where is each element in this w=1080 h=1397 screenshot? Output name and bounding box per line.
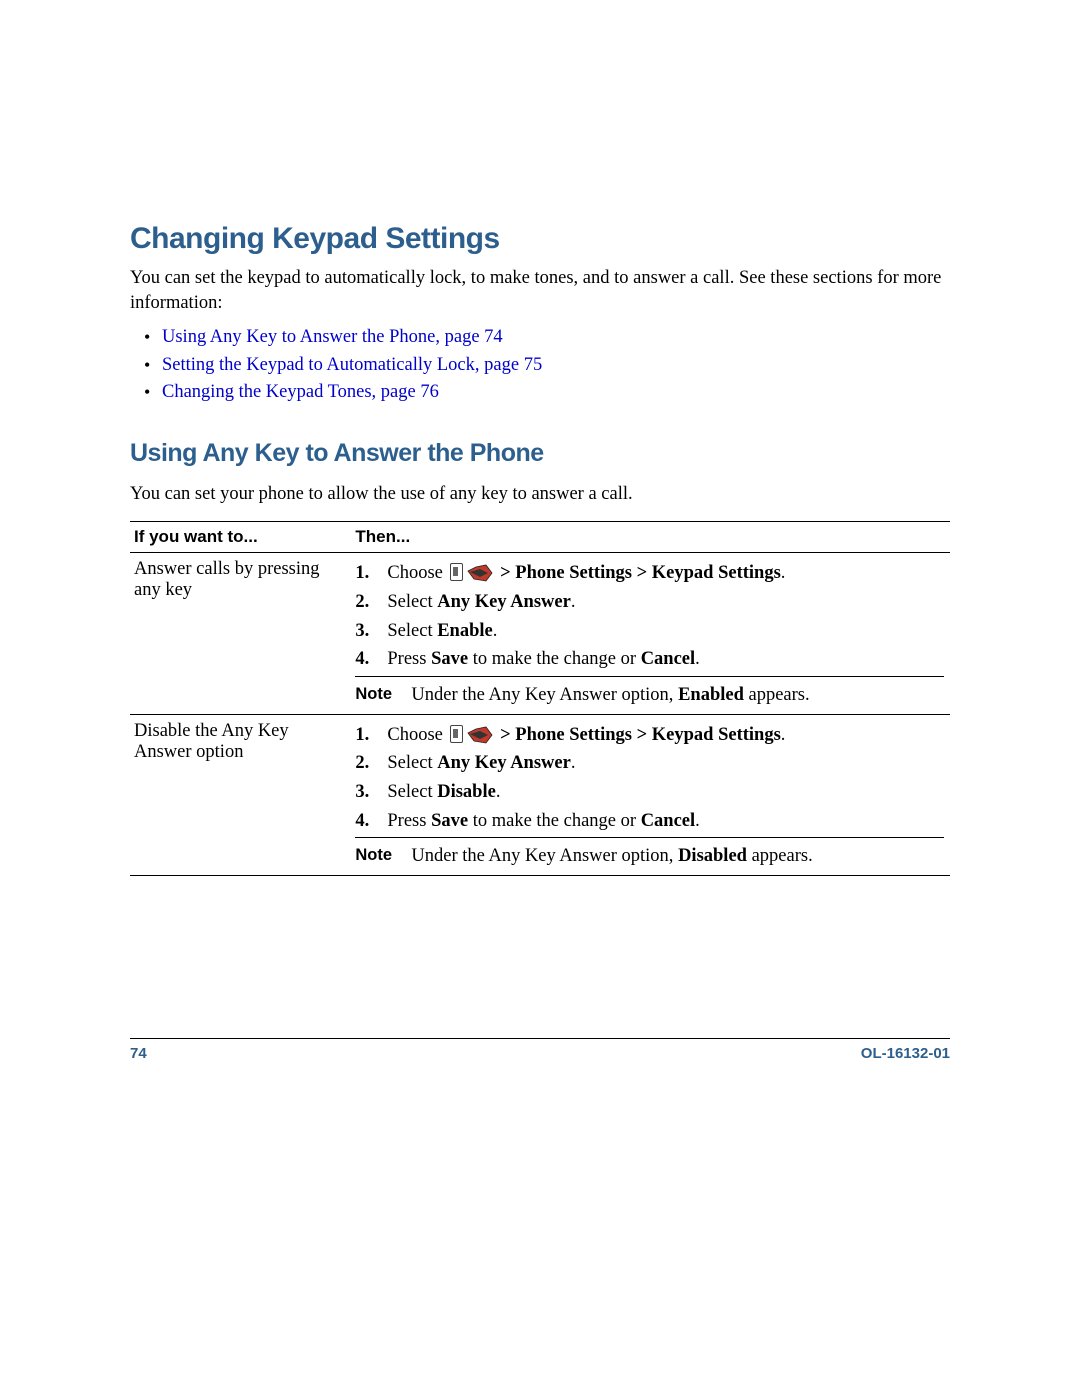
step-number: 3. <box>355 778 369 807</box>
step-number: 4. <box>355 645 369 674</box>
document-id: OL-16132-01 <box>861 1045 950 1062</box>
tools-icon <box>466 725 494 745</box>
step-text: Press <box>387 811 431 831</box>
cell-then: 1. Choose > Phone Settings > Keypad Setti… <box>351 553 950 714</box>
instruction-table: If you want to... Then... Answer calls b… <box>130 521 950 876</box>
step-text: Press <box>387 649 431 669</box>
heading-using-any-key: Using Any Key to Answer the Phone <box>130 439 950 468</box>
step-item: 4. Press Save to make the change or Cance… <box>355 645 944 674</box>
step-bold: Enable <box>437 621 493 641</box>
page-number: 74 <box>130 1045 147 1062</box>
note-row: NoteUnder the Any Key Answer option, Ena… <box>355 676 944 710</box>
step-number: 1. <box>355 721 369 750</box>
step-number: 3. <box>355 617 369 646</box>
step-number: 1. <box>355 559 369 588</box>
step-item: 2. Select Any Key Answer. <box>355 749 944 778</box>
note-label: Note <box>355 682 411 707</box>
reference-link-list: Using Any Key to Answer the Phone, page … <box>130 324 950 407</box>
step-text: Select <box>387 753 437 773</box>
cell-want: Disable the Any Key Answer option <box>130 714 351 875</box>
step-bold: Save <box>431 649 468 669</box>
note-text: Under the Any Key Answer option, Disable… <box>411 846 812 866</box>
list-item: Using Any Key to Answer the Phone, page … <box>130 324 950 352</box>
cell-want: Answer calls by pressing any key <box>130 553 351 714</box>
step-text: . <box>781 725 786 745</box>
list-item: Setting the Keypad to Automatically Lock… <box>130 352 950 380</box>
step-item: 2. Select Any Key Answer. <box>355 588 944 617</box>
link-any-key-answer[interactable]: Using Any Key to Answer the Phone, page … <box>162 327 503 347</box>
phone-settings-icon <box>450 725 463 743</box>
cell-then: 1. Choose > Phone Settings > Keypad Setti… <box>351 714 950 875</box>
step-text: to make the change or <box>468 811 641 831</box>
step-bold: > Phone Settings > Keypad Settings <box>496 725 781 745</box>
heading-changing-keypad-settings: Changing Keypad Settings <box>130 222 950 256</box>
step-item: 3. Select Enable. <box>355 617 944 646</box>
step-list: 1. Choose > Phone Settings > Keypad Setti… <box>355 559 944 674</box>
list-item: Changing the Keypad Tones, page 76 <box>130 379 950 407</box>
page-footer: 74 OL-16132-01 <box>130 1038 950 1062</box>
step-item: 3. Select Disable. <box>355 778 944 807</box>
note-text: Under the Any Key Answer option, Enabled… <box>411 685 809 705</box>
step-list: 1. Choose > Phone Settings > Keypad Setti… <box>355 721 944 836</box>
link-auto-lock[interactable]: Setting the Keypad to Automatically Lock… <box>162 355 542 375</box>
intro-paragraph: You can set the keypad to automatically … <box>130 266 950 316</box>
step-bold: Any Key Answer <box>437 753 571 773</box>
step-text: . <box>695 649 700 669</box>
step-number: 2. <box>355 588 369 617</box>
note-label: Note <box>355 843 411 868</box>
step-text: Select <box>387 592 437 612</box>
step-text: Select <box>387 782 437 802</box>
step-text: Select <box>387 621 437 641</box>
sub-intro-paragraph: You can set your phone to allow the use … <box>130 482 950 507</box>
step-item: 1. Choose > Phone Settings > Keypad Setti… <box>355 559 944 588</box>
step-text: to make the change or <box>468 649 641 669</box>
step-bold: Cancel <box>641 811 695 831</box>
step-item: 4. Press Save to make the change or Cance… <box>355 807 944 836</box>
step-item: 1. Choose > Phone Settings > Keypad Setti… <box>355 721 944 750</box>
step-bold: Disable <box>437 782 496 802</box>
table-header-want: If you want to... <box>130 522 351 553</box>
step-text: . <box>493 621 498 641</box>
step-text: . <box>695 811 700 831</box>
tools-icon <box>466 563 494 583</box>
phone-settings-icon <box>450 563 463 581</box>
step-text: . <box>571 592 576 612</box>
step-text: . <box>781 563 786 583</box>
table-row: Disable the Any Key Answer option 1. Choo… <box>130 714 950 875</box>
step-text: . <box>496 782 501 802</box>
step-text: . <box>571 753 576 773</box>
step-text: Choose <box>387 725 447 745</box>
table-row: Answer calls by pressing any key 1. Choos… <box>130 553 950 714</box>
step-number: 4. <box>355 807 369 836</box>
step-text: Choose <box>387 563 447 583</box>
table-header-then: Then... <box>351 522 950 553</box>
link-keypad-tones[interactable]: Changing the Keypad Tones, page 76 <box>162 382 439 402</box>
step-number: 2. <box>355 749 369 778</box>
step-bold: Save <box>431 811 468 831</box>
step-bold: Any Key Answer <box>437 592 571 612</box>
step-bold: Cancel <box>641 649 695 669</box>
note-row: NoteUnder the Any Key Answer option, Dis… <box>355 837 944 871</box>
step-bold: > Phone Settings > Keypad Settings <box>496 563 781 583</box>
